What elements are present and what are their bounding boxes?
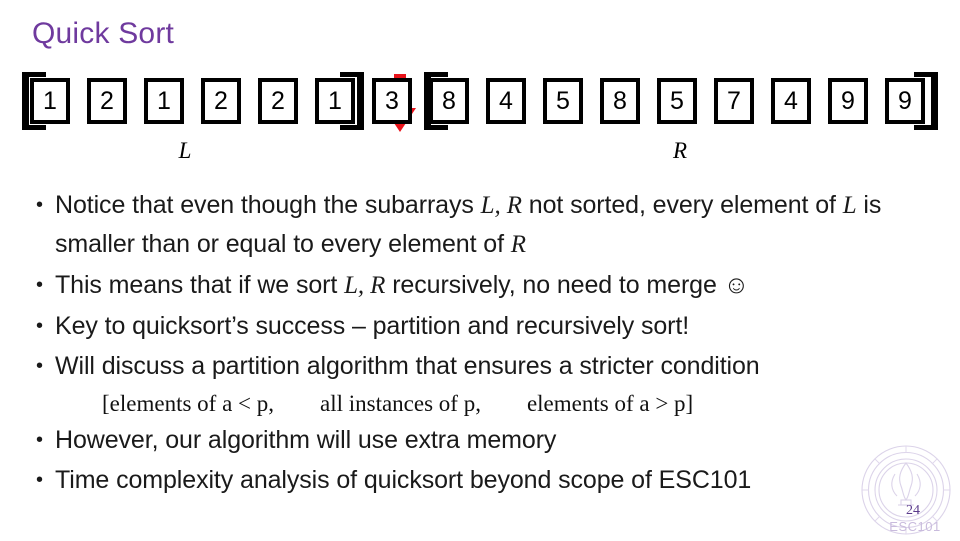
array-cell: 5 bbox=[543, 78, 583, 124]
array-cell: 1 bbox=[315, 78, 355, 124]
array-diagram: 1 2 1 2 2 1 3 8 4 5 8 5 7 4 9 9 L R bbox=[0, 60, 960, 180]
array-cell: 4 bbox=[771, 78, 811, 124]
array-cell: 4 bbox=[486, 78, 526, 124]
page-number: 24 bbox=[906, 503, 920, 518]
bullet-dot-icon: • bbox=[36, 469, 44, 491]
array-cell: 2 bbox=[87, 78, 127, 124]
array-cell: 1 bbox=[30, 78, 70, 124]
array-cell-pivot: 3 bbox=[372, 78, 412, 124]
partition-condition-formula: [elements of a < p, all instances of p, … bbox=[102, 391, 694, 416]
bullet-dot-icon: • bbox=[36, 429, 44, 451]
bullet-list: • Notice that even though the subarrays … bbox=[36, 186, 941, 501]
list-item: • Key to quicksort’s success – partition… bbox=[36, 307, 941, 345]
bullet-text: Time complexity analysis of quicksort be… bbox=[55, 466, 752, 494]
list-item: • Time complexity analysis of quicksort … bbox=[36, 461, 941, 499]
list-item: • This means that if we sort L, R recurs… bbox=[36, 266, 941, 305]
array-cell: 8 bbox=[429, 78, 469, 124]
array-cell: 7 bbox=[714, 78, 754, 124]
footer-course-code: ESC101 bbox=[889, 519, 941, 534]
right-subarray-label: R bbox=[672, 138, 688, 163]
bullet-dot-icon: • bbox=[36, 315, 44, 337]
bullet-dot-icon: • bbox=[36, 274, 44, 296]
bullet-text: However, our algorithm will use extra me… bbox=[55, 426, 557, 454]
bullet-text: Key to quicksort’s success – partition a… bbox=[55, 312, 690, 340]
bullet-text: Will discuss a partition algorithm that … bbox=[55, 352, 760, 380]
array-cell: 9 bbox=[828, 78, 868, 124]
page-title: Quick Sort bbox=[32, 17, 175, 50]
bullet-text: This means that if we sort L, R recursiv… bbox=[55, 271, 750, 299]
bullet-dot-icon: • bbox=[36, 194, 44, 216]
left-subarray-label: L bbox=[178, 138, 192, 163]
array-cell: 5 bbox=[657, 78, 697, 124]
bullet-text: Notice that even though the subarrays L,… bbox=[55, 191, 882, 258]
list-item: • Notice that even though the subarrays … bbox=[36, 186, 941, 264]
array-cell: 9 bbox=[885, 78, 925, 124]
list-item-with-formula: • Will discuss a partition algorithm tha… bbox=[36, 347, 941, 421]
array-cell: 1 bbox=[144, 78, 184, 124]
array-cell: 8 bbox=[600, 78, 640, 124]
bullet-dot-icon: • bbox=[36, 355, 44, 377]
array-cell: 2 bbox=[258, 78, 298, 124]
array-cell: 2 bbox=[201, 78, 241, 124]
list-item: • However, our algorithm will use extra … bbox=[36, 421, 941, 459]
